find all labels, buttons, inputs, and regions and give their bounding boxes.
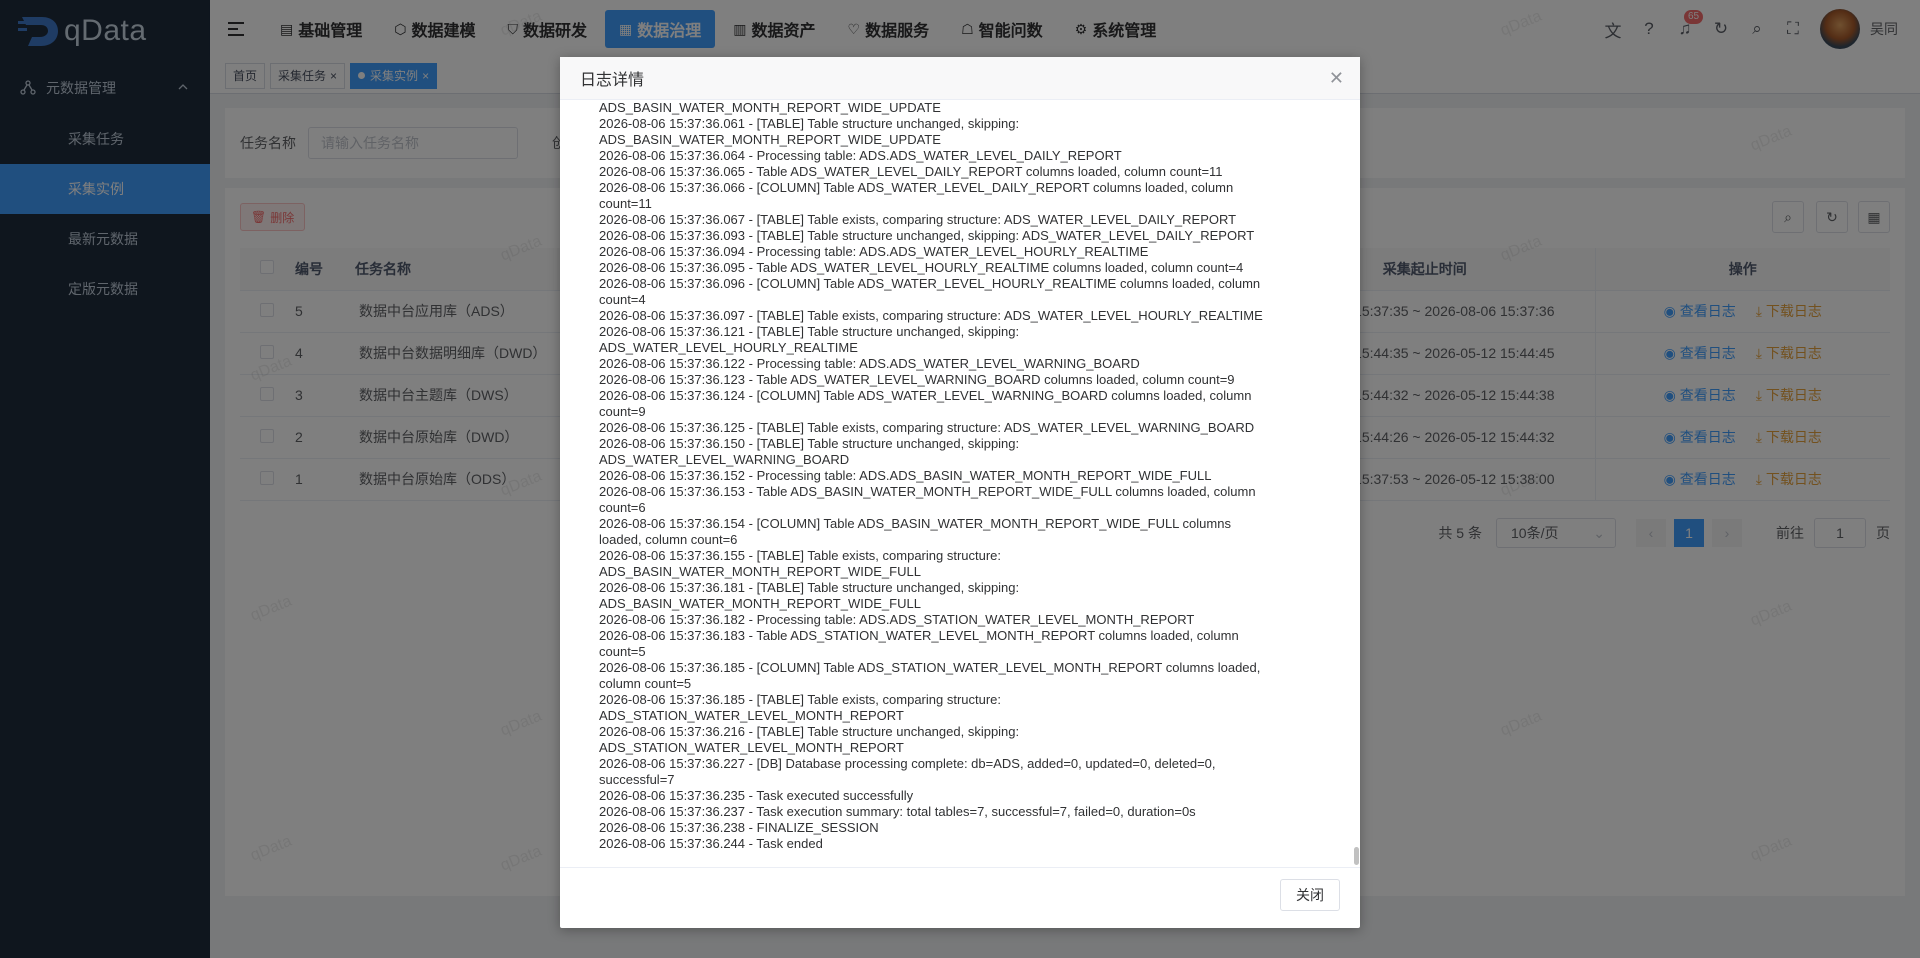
close-icon[interactable]: ✕ bbox=[1329, 68, 1344, 89]
dialog-header: 日志详情 ✕ bbox=[560, 57, 1360, 100]
close-button[interactable]: 关闭 bbox=[1280, 879, 1340, 911]
scrollbar[interactable] bbox=[1352, 100, 1360, 867]
dialog-title: 日志详情 bbox=[580, 72, 645, 89]
log-content[interactable]: ADS_BASIN_WATER_MONTH_REPORT_WIDE_UPDATE… bbox=[560, 100, 1360, 867]
log-text: ADS_BASIN_WATER_MONTH_REPORT_WIDE_UPDATE… bbox=[599, 100, 1263, 851]
scrollbar-thumb[interactable] bbox=[1354, 847, 1359, 865]
log-detail-dialog: 日志详情 ✕ ADS_BASIN_WATER_MONTH_REPORT_WIDE… bbox=[560, 57, 1360, 928]
dialog-footer: 关闭 bbox=[560, 867, 1360, 928]
